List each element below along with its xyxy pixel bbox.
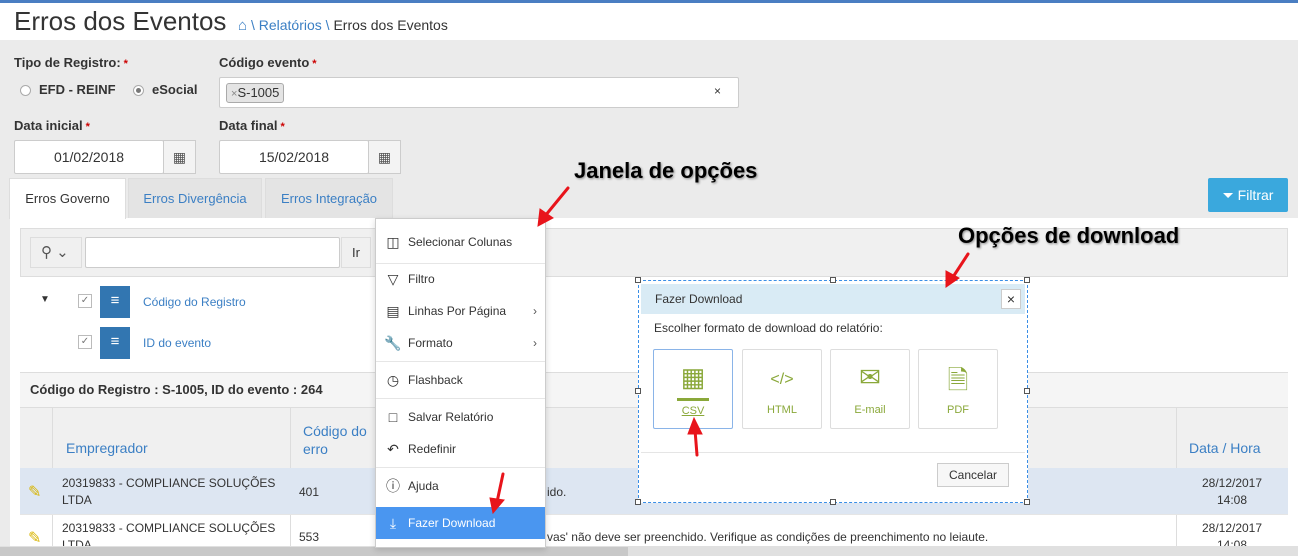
annotation-arrows (489, 186, 970, 515)
arrow (951, 252, 970, 279)
arrow-head (489, 497, 505, 515)
arrow (495, 472, 505, 504)
arrow-head (687, 416, 703, 435)
arrow (543, 186, 570, 218)
arrow-head (537, 208, 554, 227)
